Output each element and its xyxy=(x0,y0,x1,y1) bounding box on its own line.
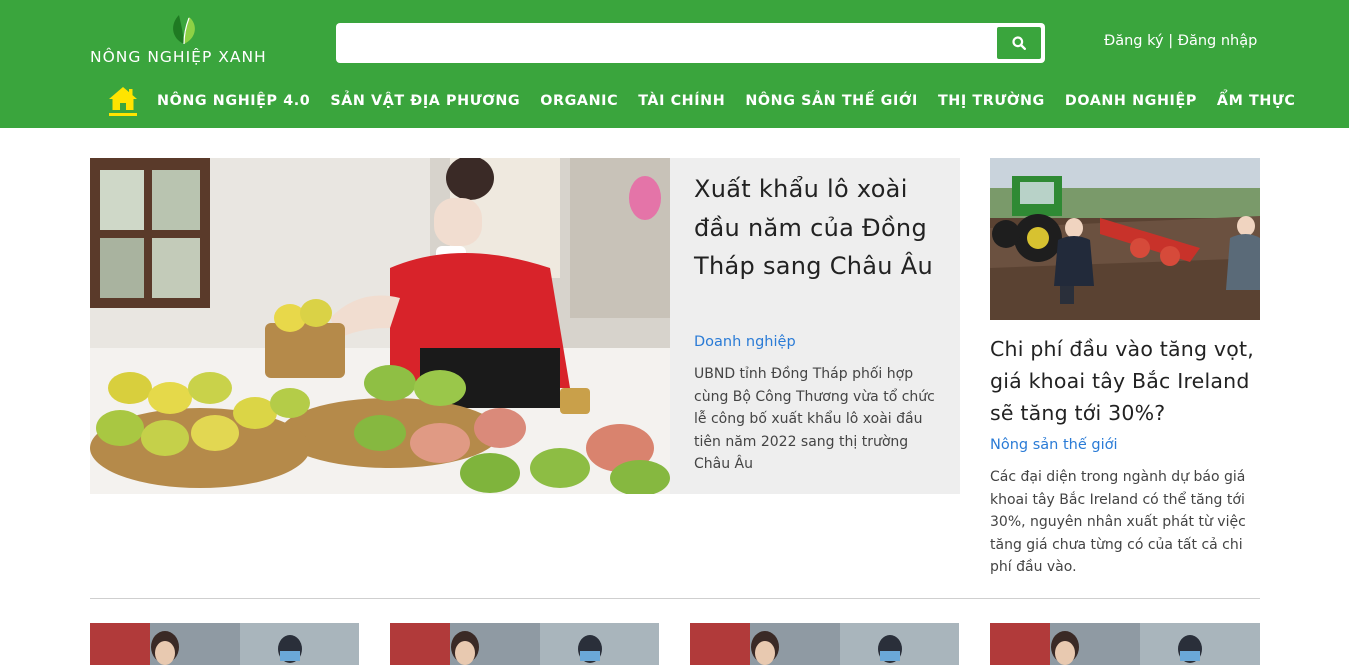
auth-links: Đăng ký | Đăng nhập xyxy=(1104,33,1257,49)
nav-item-organic[interactable]: ORGANIC xyxy=(540,93,618,109)
login-link[interactable]: Đăng nhập xyxy=(1178,33,1258,49)
article-thumbnail[interactable] xyxy=(90,623,359,665)
section-divider xyxy=(90,598,1260,599)
nav-item-san-vat-dia-phuong[interactable]: SẢN VẬT ĐỊA PHƯƠNG xyxy=(330,93,520,109)
side-article-category[interactable]: Nông sản thế giới xyxy=(990,437,1118,453)
featured-article-panel: Xuất khẩu lô xoài đầu năm của Đồng Tháp … xyxy=(670,158,960,494)
logo-text: NÔNG NGHIỆP XANH xyxy=(90,48,267,66)
featured-article-description: UBND tỉnh Đồng Tháp phối hợp cùng Bộ Côn… xyxy=(694,366,935,472)
auth-separator: | xyxy=(1163,33,1178,49)
featured-article-image[interactable] xyxy=(90,158,670,494)
side-article-image[interactable] xyxy=(990,158,1260,320)
side-article-title[interactable]: Chi phí đầu vào tăng vọt, giá khoai tây … xyxy=(990,333,1265,429)
search-button[interactable] xyxy=(997,27,1041,59)
nav-item-nong-san-the-gioi[interactable]: NÔNG SẢN THẾ GIỚI xyxy=(745,93,918,109)
nav-home[interactable] xyxy=(108,86,140,116)
main-nav: NÔNG NGHIỆP 4.0 SẢN VẬT ĐỊA PHƯƠNG ORGAN… xyxy=(108,84,1316,118)
nav-item-doanh-nghiep[interactable]: DOANH NGHIỆP xyxy=(1065,93,1197,109)
nav-item-am-thuc[interactable]: ẨM THỰC xyxy=(1217,93,1296,109)
home-underline xyxy=(109,113,137,116)
nav-item-thi-truong[interactable]: THỊ TRƯỜNG xyxy=(938,93,1045,109)
featured-article-title[interactable]: Xuất khẩu lô xoài đầu năm của Đồng Tháp … xyxy=(694,170,944,286)
featured-article-category[interactable]: Doanh nghiệp xyxy=(694,334,796,350)
home-icon xyxy=(109,87,137,110)
site-header: NÔNG NGHIỆP XANH Đăng ký | Đăng nhập NÔN… xyxy=(0,0,1349,128)
article-thumbnail[interactable] xyxy=(390,623,659,665)
nav-item-nong-nghiep-4[interactable]: NÔNG NGHIỆP 4.0 xyxy=(157,93,310,109)
article-thumbnail[interactable] xyxy=(990,623,1260,665)
nav-item-tai-chinh[interactable]: TÀI CHÍNH xyxy=(638,93,725,109)
site-logo[interactable]: NÔNG NGHIỆP XANH xyxy=(90,12,290,68)
register-link[interactable]: Đăng ký xyxy=(1104,33,1164,49)
side-article-description: Các đại diện trong ngành dự báo giá khoa… xyxy=(990,469,1246,575)
article-thumbnail[interactable] xyxy=(690,623,959,665)
search-icon xyxy=(1012,36,1026,50)
search-input[interactable] xyxy=(336,23,986,63)
search-bar xyxy=(336,23,1045,63)
leaf-icon xyxy=(173,15,195,45)
